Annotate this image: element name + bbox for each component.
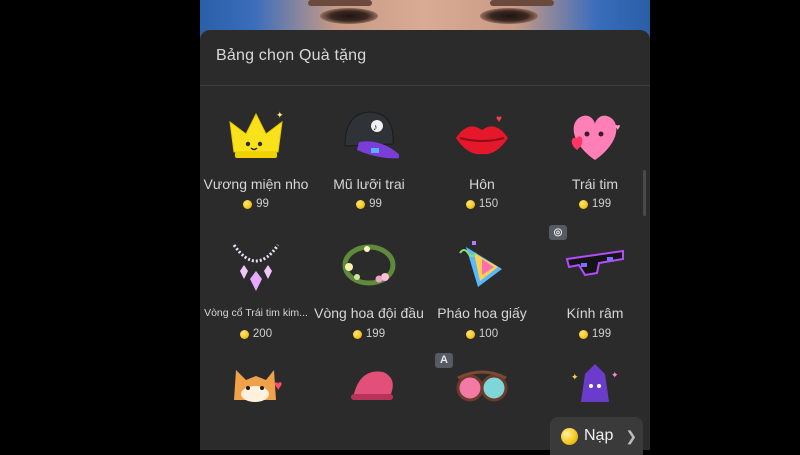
coin-icon — [578, 329, 588, 339]
lips-icon: ♥ — [452, 108, 512, 168]
price-value: 150 — [478, 198, 499, 210]
pink-hat-icon — [339, 364, 399, 424]
flower-wreath-icon — [339, 237, 399, 297]
svg-text:♥: ♥ — [274, 377, 282, 393]
svg-text:✦: ✦ — [276, 110, 284, 120]
price-value: 99 — [256, 198, 269, 210]
coin-icon — [243, 199, 253, 209]
purple-character-icon: ✦ ✦ — [565, 364, 625, 424]
gift-price: 150 — [426, 198, 538, 210]
coin-icon — [465, 199, 475, 209]
necklace-icon — [226, 237, 286, 297]
eye-right — [480, 8, 538, 24]
price-value: 200 — [252, 328, 273, 340]
gift-name: Kính râm — [566, 305, 624, 321]
sunglasses-icon — [565, 237, 625, 297]
svg-text:✦: ✦ — [571, 372, 579, 382]
price-value: 100 — [478, 328, 499, 340]
gift-price: 199 — [539, 198, 650, 210]
gift-panel: Bảng chọn Quà tặng ✦ Vương miện nho 99 ♪… — [200, 30, 650, 450]
svg-text:♥: ♥ — [615, 122, 620, 132]
price-value: 99 — [369, 198, 382, 210]
price-value: 199 — [365, 328, 386, 340]
gift-price: 200 — [200, 328, 312, 340]
coin-icon — [578, 199, 588, 209]
coin-icon — [352, 329, 362, 339]
corgi-icon: ♥ — [226, 364, 286, 424]
price-value: 199 — [591, 198, 612, 210]
price-value: 199 — [591, 328, 612, 340]
eye-left — [320, 8, 378, 24]
gift-name: Trái tim — [571, 176, 619, 192]
gift-panel-title: Bảng chọn Quà tặng — [216, 47, 367, 64]
gift-price: 199 — [313, 328, 425, 340]
coin-icon — [239, 329, 249, 339]
chevron-right-icon: ❯ — [625, 427, 638, 444]
coin-icon — [356, 199, 366, 209]
party-popper-icon — [452, 237, 512, 297]
crown-icon: ✦ — [226, 108, 286, 168]
gift-price: 99 — [313, 198, 425, 210]
glasses-gift-icon — [452, 364, 512, 424]
gift-price: 199 — [539, 328, 650, 340]
coin-icon — [465, 329, 475, 339]
svg-text:✦: ✦ — [611, 370, 619, 380]
ar-badge: A — [435, 353, 453, 368]
eyebrow-right — [490, 0, 554, 6]
coin-icon — [561, 427, 578, 445]
gift-panel-header: Bảng chọn Quà tặng — [200, 30, 650, 86]
gift-price: 100 — [426, 328, 538, 340]
recharge-label: Nạp — [584, 427, 614, 444]
scrollbar[interactable] — [643, 170, 646, 216]
recharge-button[interactable]: Nạp ❯ — [550, 417, 643, 455]
eyebrow-left — [308, 0, 372, 6]
gift-price: 99 — [200, 198, 312, 210]
svg-text:♪: ♪ — [373, 122, 378, 132]
heart-icon: ♥ — [565, 108, 625, 168]
cap-icon: ♪ — [339, 108, 403, 168]
svg-text:♥: ♥ — [496, 114, 502, 125]
